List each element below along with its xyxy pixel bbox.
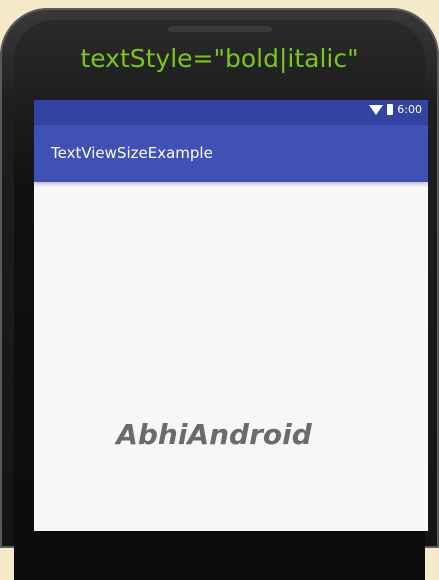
device-screen: 6:00 TextViewSizeExample AbhiAndroid: [34, 100, 428, 531]
caption-label: textStyle="bold|italic": [80, 44, 359, 73]
app-title: TextViewSizeExample: [51, 144, 213, 162]
text-view: AbhiAndroid: [116, 418, 312, 451]
wifi-icon: [369, 104, 384, 115]
status-indicators: 6:00: [369, 103, 422, 116]
app-bar: TextViewSizeExample: [34, 125, 428, 182]
status-bar: 6:00: [34, 100, 428, 125]
status-time: 6:00: [397, 103, 422, 116]
battery-icon: [387, 104, 394, 115]
speaker-grille: [168, 26, 272, 32]
